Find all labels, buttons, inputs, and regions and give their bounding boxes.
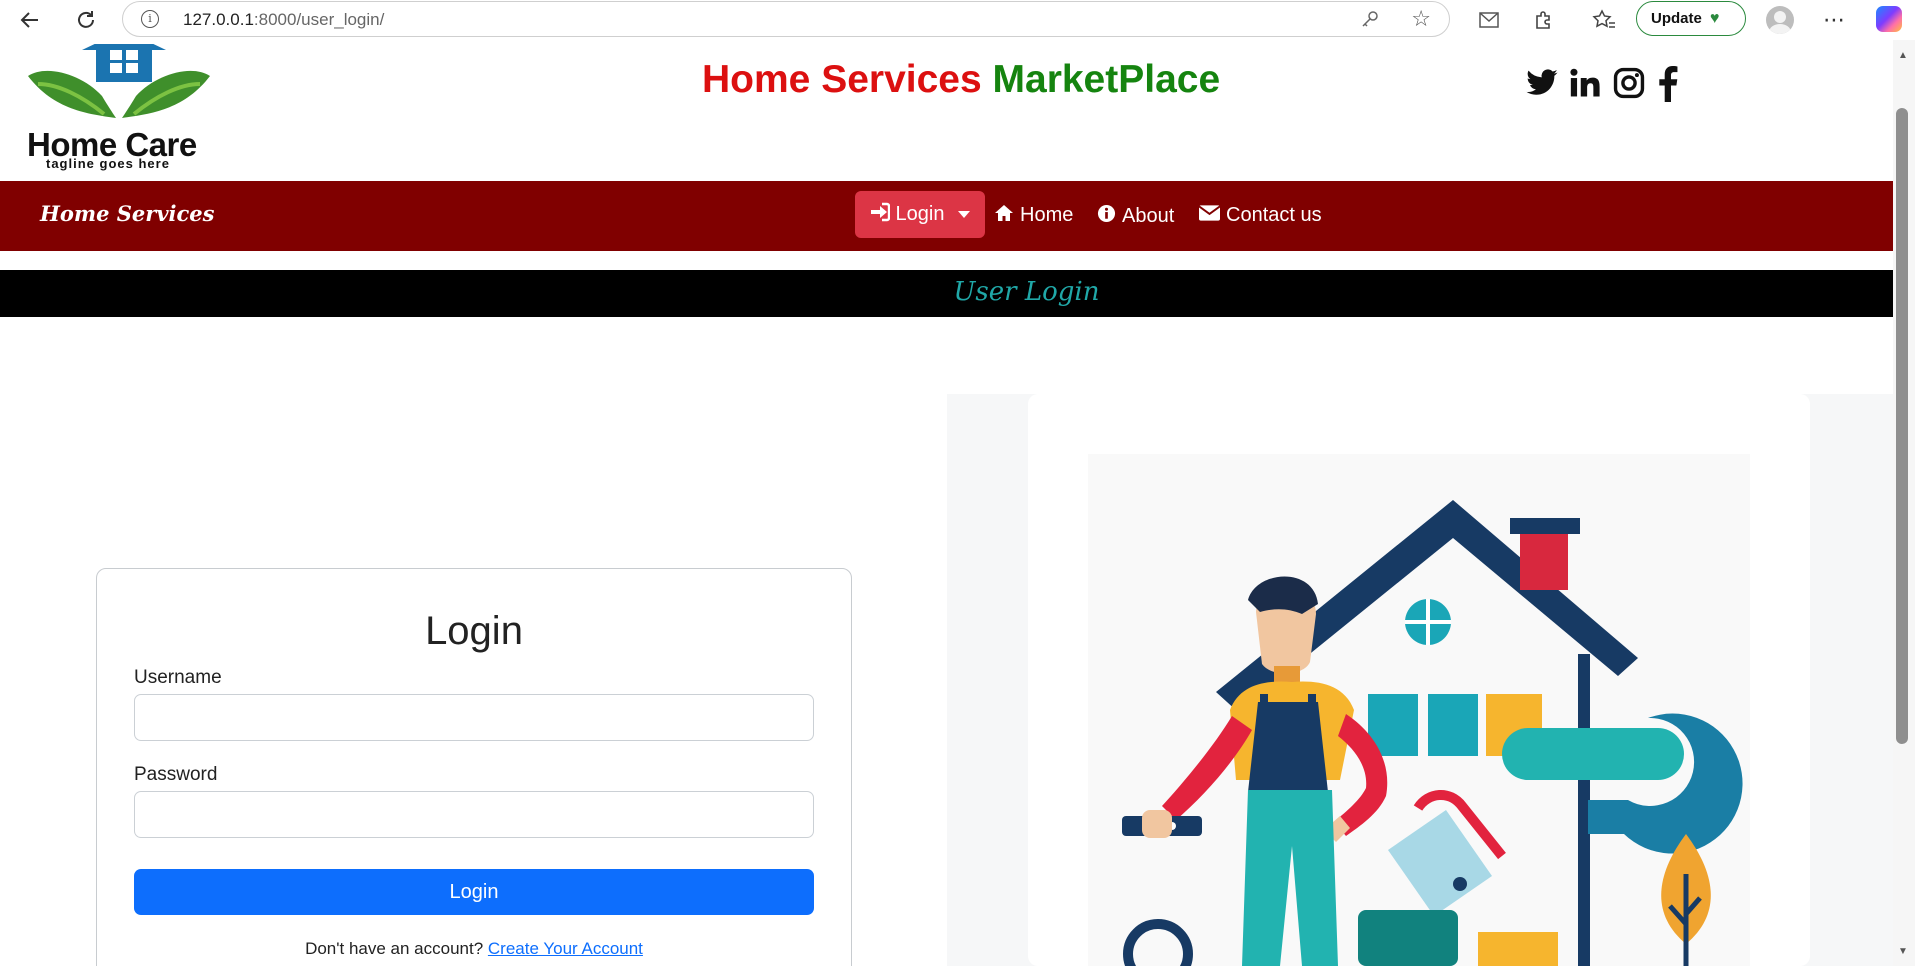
- info-circle-icon: [1097, 204, 1116, 228]
- login-submit-button[interactable]: Login: [134, 869, 814, 915]
- sign-in-icon: [870, 202, 890, 228]
- caret-down-icon: [958, 211, 971, 218]
- nav-contact-label: Contact us: [1226, 204, 1322, 226]
- star-icon[interactable]: ☆: [1411, 6, 1431, 32]
- banner-title: User Login: [953, 277, 1100, 307]
- username-input[interactable]: [134, 694, 814, 741]
- nav-contact-link[interactable]: Contact us: [1198, 204, 1322, 227]
- envelope-icon: [1198, 205, 1221, 226]
- signup-prompt: Don't have an account? Create Your Accou…: [97, 939, 851, 959]
- browser-toolbar: i 127.0.0.1:8000/user_login/ ☆ Update ♥ …: [0, 0, 1915, 41]
- password-input[interactable]: [134, 791, 814, 838]
- linkedin-icon[interactable]: [1568, 66, 1602, 102]
- update-label: Update: [1651, 10, 1702, 27]
- mail-icon[interactable]: [1475, 6, 1503, 34]
- nav-home-label: Home: [1020, 204, 1074, 226]
- social-links: [1524, 66, 1690, 102]
- page-content: Home Care tagline goes here Home Service…: [0, 40, 1893, 966]
- page-banner: User Login: [0, 270, 1893, 317]
- extensions-icon[interactable]: [1530, 6, 1558, 34]
- site-logo[interactable]: Home Care tagline goes here: [24, 40, 214, 174]
- twitter-icon[interactable]: [1524, 66, 1558, 102]
- heart-icon: ♥: [1709, 9, 1720, 27]
- logo-tagline: tagline goes here: [46, 156, 170, 171]
- house-hands-logo-icon: [28, 40, 210, 118]
- scroll-up-arrow[interactable]: ▲: [1898, 50, 1908, 61]
- refresh-icon[interactable]: [72, 6, 100, 34]
- home-icon: [994, 204, 1014, 227]
- instagram-icon[interactable]: [1612, 66, 1646, 102]
- copilot-icon[interactable]: [1876, 6, 1902, 32]
- create-account-link[interactable]: Create Your Account: [488, 939, 643, 958]
- navbar-brand[interactable]: Home Services: [40, 201, 214, 226]
- title-part-home-services: Home Services: [702, 58, 982, 101]
- scroll-down-arrow[interactable]: ▼: [1898, 946, 1908, 957]
- scrollbar-thumb[interactable]: [1896, 108, 1908, 744]
- update-button[interactable]: Update ♥: [1636, 1, 1746, 36]
- login-title: Login: [425, 609, 523, 653]
- more-icon[interactable]: ⋯: [1820, 6, 1848, 34]
- facebook-icon[interactable]: [1656, 66, 1690, 102]
- nav-about-link[interactable]: About: [1097, 204, 1174, 228]
- username-label: Username: [134, 667, 222, 688]
- back-icon[interactable]: [16, 6, 44, 34]
- login-dropdown-button[interactable]: Login: [855, 191, 985, 238]
- login-card: Login Username Password Login Don't have…: [96, 568, 852, 966]
- main-navbar: Home Services Login Home About Contact u…: [0, 181, 1893, 251]
- title-part-marketplace: MarketPlace: [992, 58, 1221, 101]
- address-bar[interactable]: i 127.0.0.1:8000/user_login/ ☆: [122, 1, 1450, 37]
- key-icon[interactable]: [1361, 10, 1379, 33]
- password-label: Password: [134, 764, 218, 785]
- login-dropdown-label: Login: [895, 203, 945, 225]
- url-text[interactable]: 127.0.0.1:8000/user_login/: [183, 10, 384, 30]
- favorites-icon[interactable]: [1590, 6, 1618, 34]
- site-title: Home Services MarketPlace: [702, 58, 1220, 102]
- handyman-illustration: [1088, 454, 1750, 966]
- nav-home-link[interactable]: Home: [994, 204, 1073, 227]
- signup-prompt-text: Don't have an account?: [305, 939, 484, 958]
- profile-icon[interactable]: [1766, 6, 1794, 34]
- nav-about-label: About: [1122, 204, 1175, 227]
- info-icon[interactable]: i: [141, 10, 159, 28]
